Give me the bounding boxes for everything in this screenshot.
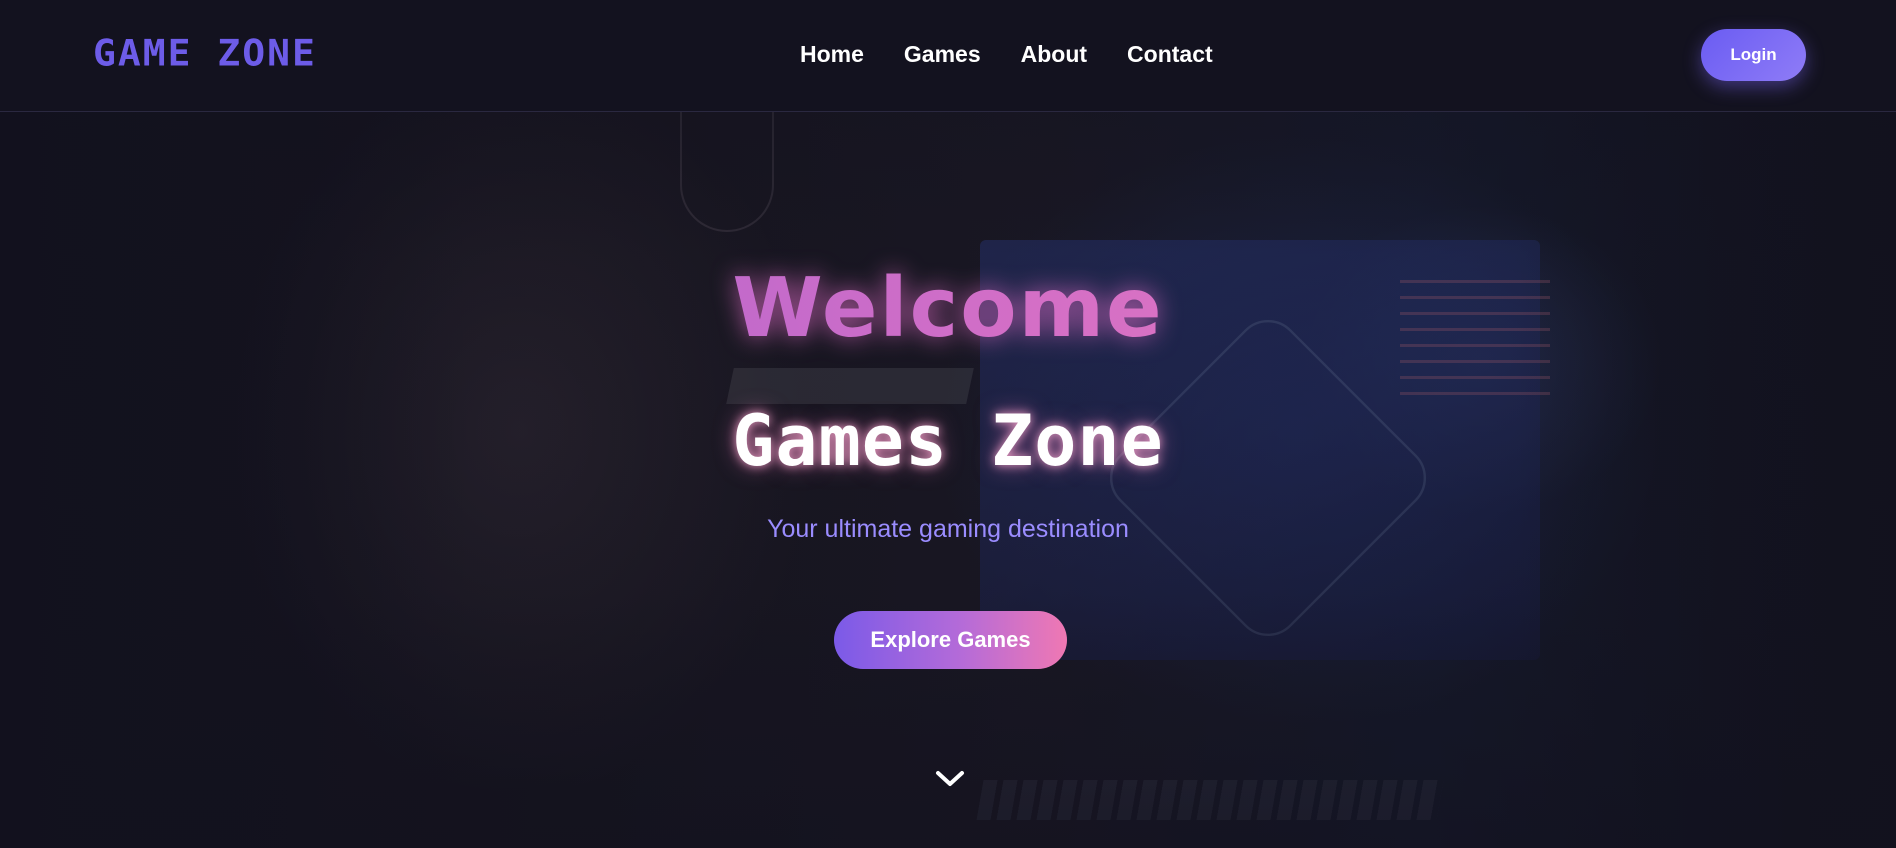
nav-link-about[interactable]: About [1021, 36, 1087, 72]
hero-title: Games Zone [732, 400, 1164, 482]
page: GAME ZONE Home Games About Contact Login… [0, 0, 1896, 848]
explore-games-button[interactable]: Explore Games [834, 611, 1067, 669]
chevron-down-icon[interactable] [934, 767, 966, 791]
hero-section: Welcome Games Zone Your ultimate gaming … [0, 111, 1896, 848]
nav-link-games[interactable]: Games [904, 36, 981, 72]
nav-link-contact[interactable]: Contact [1127, 36, 1213, 72]
hero-welcome-heading: Welcome [0, 263, 1896, 355]
site-logo[interactable]: GAME ZONE [93, 31, 317, 75]
top-navbar: GAME ZONE Home Games About Contact Login [0, 0, 1896, 112]
hero-tagline: Your ultimate gaming destination [767, 515, 1129, 543]
nav-link-home[interactable]: Home [800, 36, 864, 72]
login-button[interactable]: Login [1701, 29, 1806, 81]
nav-links: Home Games About Contact [800, 36, 1213, 72]
